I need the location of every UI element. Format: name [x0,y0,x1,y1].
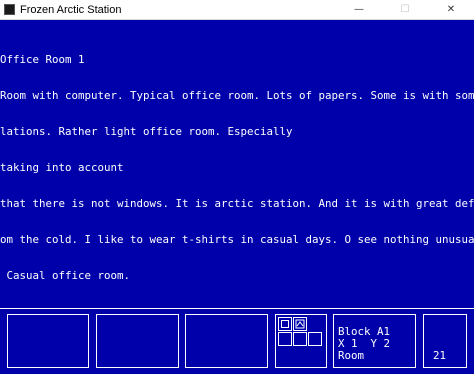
window-controls: — ☐ ✕ [336,0,474,19]
status-divider [0,308,474,309]
description-line: lations. Rather light office room. Espec… [0,125,293,138]
location-type-label: Room [338,349,365,362]
description-line: Casual office room. [0,269,131,282]
description-line: om the cold. I like to wear t-shirts in … [0,233,474,246]
inventory-slot-3[interactable] [185,314,268,368]
app-icon [4,4,15,15]
description-line: taking into account [0,161,124,174]
location-panel: Block A1 X 1 Y 2 Room [333,314,416,368]
minimap [275,314,327,368]
counter-panel: 21 [423,314,467,368]
minimize-button[interactable]: — [336,0,382,19]
description-line: Room with computer. Typical office room.… [0,89,474,102]
game-screen: Office Room 1 Room with computer. Typica… [0,20,474,374]
window-title: Frozen Arctic Station [20,3,122,16]
minimap-room [293,317,307,331]
stairs-up-icon [295,319,305,329]
maximize-button[interactable]: ☐ [382,0,428,19]
player-marker-icon [281,320,289,328]
description-line: that there is not windows. It is arctic … [0,197,474,210]
close-button[interactable]: ✕ [428,0,474,19]
turn-counter: 21 [433,349,447,362]
room-title-line: Office Room 1 [0,53,85,66]
minimap-room [308,332,322,346]
inventory-slot-2[interactable] [96,314,179,368]
minimap-room [278,332,292,346]
inventory-slot-1[interactable] [7,314,89,368]
minimap-room-current [278,317,292,331]
window-titlebar: Frozen Arctic Station — ☐ ✕ [0,0,474,20]
room-description: Office Room 1 Room with computer. Typica… [0,30,474,306]
minimap-room [293,332,307,346]
